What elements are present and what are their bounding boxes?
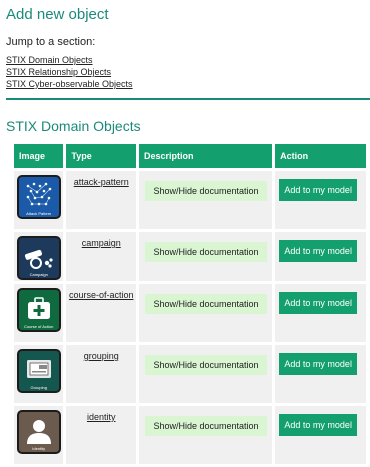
table-row: Campaign campaign Show/Hide documentatio… [14, 232, 366, 281]
add-to-model-button[interactable]: Add to my model [279, 414, 358, 436]
type-link-campaign[interactable]: campaign [82, 238, 121, 248]
action-cell: Add to my model [275, 284, 366, 342]
type-link-identity[interactable]: identity [87, 412, 116, 422]
image-cell: Identity [14, 406, 64, 464]
type-cell: attack-pattern [66, 171, 137, 229]
action-cell: Add to my model [275, 406, 366, 464]
type-link-grouping[interactable]: grouping [84, 351, 119, 361]
show-hide-documentation-button[interactable]: Show/Hide documentation [145, 181, 268, 201]
show-hide-documentation-button[interactable]: Show/Hide documentation [145, 294, 268, 314]
icon-caption: Attack Pattern [26, 211, 52, 216]
link-cyber-observable-objects[interactable]: STIX Cyber-observable Objects [6, 78, 370, 90]
column-header-image: Image [14, 144, 64, 168]
action-cell: Add to my model [275, 345, 366, 403]
description-cell: Show/Hide documentation [139, 171, 273, 229]
table-header-row: Image Type Description Action [14, 144, 366, 168]
icon-caption: Course of Action [24, 324, 54, 329]
show-hide-documentation-button[interactable]: Show/Hide documentation [145, 416, 268, 436]
campaign-icon: Campaign [16, 236, 61, 280]
type-cell: campaign [66, 232, 137, 281]
section-title: STIX Domain Objects [6, 118, 141, 134]
description-cell: Show/Hide documentation [139, 232, 273, 281]
type-cell: course-of-action [66, 284, 137, 342]
table-row: Grouping grouping Show/Hide documentatio… [14, 345, 366, 403]
description-cell: Show/Hide documentation [139, 406, 273, 464]
jump-label: Jump to a section: [6, 36, 96, 48]
icon-caption: Grouping [30, 385, 47, 390]
type-link-attack-pattern[interactable]: attack-pattern [74, 177, 129, 187]
type-cell: grouping [66, 345, 137, 403]
objects-table: Image Type Description Action Attack Pat… [11, 141, 369, 467]
column-header-description: Description [139, 144, 273, 168]
type-cell: identity [66, 406, 137, 464]
image-cell: Campaign [14, 232, 64, 281]
action-cell: Add to my model [275, 171, 366, 229]
image-cell: Grouping [14, 345, 64, 403]
image-cell: Attack Pattern [14, 171, 64, 229]
image-cell: Course of Action [14, 284, 64, 342]
grouping-icon: Grouping [16, 349, 61, 393]
show-hide-documentation-button[interactable]: Show/Hide documentation [145, 242, 268, 262]
icon-caption: Campaign [29, 272, 48, 277]
add-to-model-button[interactable]: Add to my model [279, 353, 358, 375]
column-header-action: Action [275, 144, 366, 168]
section-divider [6, 98, 370, 100]
page-title: Add new object [6, 6, 109, 23]
add-to-model-button[interactable]: Add to my model [279, 179, 358, 201]
table-row: Course of Action course-of-action Show/H… [14, 284, 366, 342]
section-links: STIX Domain Objects STIX Relationship Ob… [6, 54, 370, 90]
icon-caption: Identity [32, 446, 46, 451]
action-cell: Add to my model [275, 232, 366, 281]
attack-pattern-icon: Attack Pattern [16, 175, 61, 219]
add-to-model-button[interactable]: Add to my model [279, 292, 358, 314]
add-to-model-button[interactable]: Add to my model [279, 240, 358, 262]
course-of-action-icon: Course of Action [16, 288, 61, 332]
link-domain-objects[interactable]: STIX Domain Objects [6, 54, 370, 66]
description-cell: Show/Hide documentation [139, 284, 273, 342]
table-row: Identity identity Show/Hide documentatio… [14, 406, 366, 464]
identity-icon: Identity [16, 410, 61, 454]
column-header-type: Type [66, 144, 137, 168]
type-link-course-of-action[interactable]: course-of-action [69, 290, 134, 300]
page: Add new object Jump to a section: STIX D… [0, 0, 370, 467]
table-row: Attack Pattern attack-pattern Show/Hide … [14, 171, 366, 229]
link-relationship-objects[interactable]: STIX Relationship Objects [6, 66, 370, 78]
description-cell: Show/Hide documentation [139, 345, 273, 403]
show-hide-documentation-button[interactable]: Show/Hide documentation [145, 355, 268, 375]
